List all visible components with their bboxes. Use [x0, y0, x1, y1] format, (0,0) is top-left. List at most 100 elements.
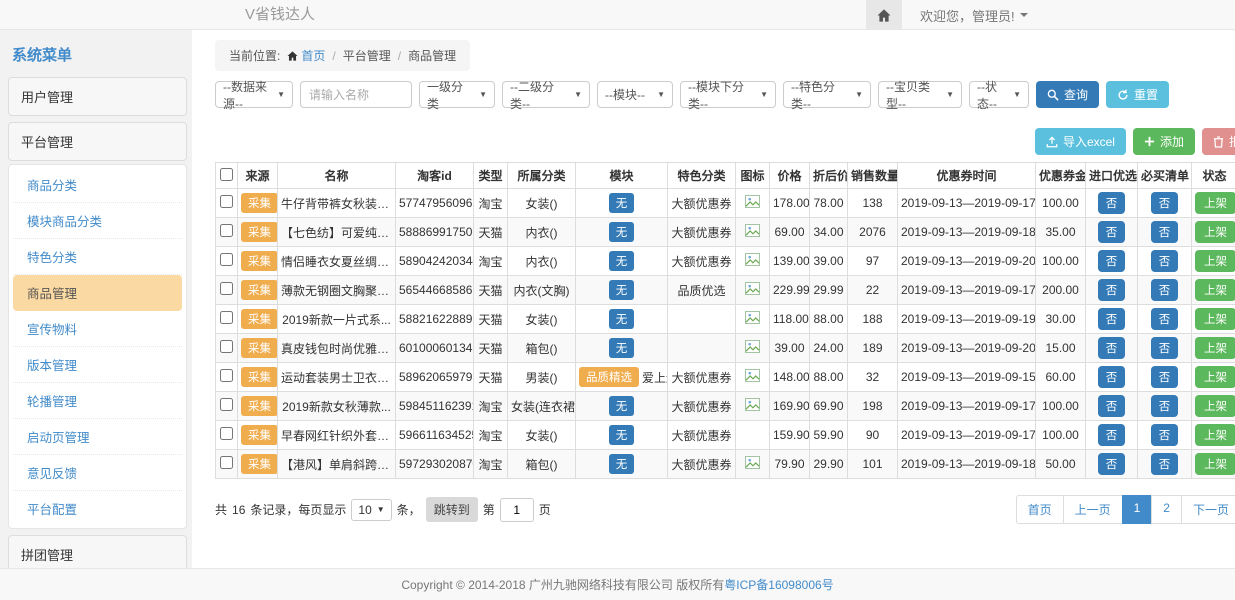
status-button[interactable]: 上架 — [1195, 337, 1235, 359]
imported-toggle-button[interactable]: 否 — [1098, 337, 1126, 359]
filter-select[interactable]: --状态--▼ — [969, 81, 1029, 108]
row-checkbox[interactable] — [220, 456, 233, 469]
module-cell: 无 — [576, 450, 668, 479]
imported-toggle-button[interactable]: 否 — [1098, 424, 1126, 446]
sidebar-item[interactable]: 宣传物料 — [13, 311, 182, 347]
sidebar-item[interactable]: 版本管理 — [13, 347, 182, 383]
category-cell: 女装() — [508, 421, 576, 450]
type-cell: 淘宝 — [474, 392, 508, 421]
module-content: 品质精选爱上运动 — [579, 367, 668, 387]
must-buy-toggle-button[interactable]: 否 — [1151, 337, 1179, 359]
must-buy-toggle-button[interactable]: 否 — [1151, 279, 1179, 301]
sidebar-item[interactable]: 轮播管理 — [13, 383, 182, 419]
import-excel-button[interactable]: 导入excel — [1035, 128, 1126, 155]
sidebar-group[interactable]: 用户管理 — [8, 77, 187, 116]
filter-select[interactable]: 一级分类▼ — [419, 81, 495, 108]
status-button[interactable]: 上架 — [1195, 221, 1235, 243]
filter-select[interactable]: --特色分类--▼ — [783, 81, 871, 108]
page-button[interactable]: 首页 — [1016, 495, 1064, 524]
breadcrumb-home-link[interactable]: 首页 — [287, 47, 325, 64]
filter-bar: --数据来源--▼ 一级分类▼ --二级分类--▼ --模块--▼ --模块下分类--▼… — [215, 81, 1235, 108]
sidebar-item[interactable]: 意见反馈 — [13, 455, 182, 491]
filter-select[interactable]: --宝贝类型--▼ — [878, 81, 962, 108]
must-buy-toggle-button[interactable]: 否 — [1151, 250, 1179, 272]
page-button[interactable]: 2 — [1151, 495, 1182, 524]
imported-cell: 否 — [1086, 334, 1138, 363]
caret-down-icon: ▼ — [479, 90, 487, 99]
must-buy-toggle-button[interactable]: 否 — [1151, 221, 1179, 243]
module-badge: 无 — [609, 222, 635, 242]
query-button[interactable]: 查询 — [1036, 81, 1099, 108]
status-button[interactable]: 上架 — [1195, 424, 1235, 446]
batch-delete-button[interactable]: 批量删除 — [1202, 128, 1235, 155]
status-button[interactable]: 上架 — [1195, 366, 1235, 388]
filter-select[interactable]: --数据来源--▼ — [215, 81, 293, 108]
breadcrumb-item[interactable]: 平台管理 — [343, 47, 391, 64]
status-button[interactable]: 上架 — [1195, 250, 1235, 272]
imported-toggle-button[interactable]: 否 — [1098, 395, 1126, 417]
jump-page-input[interactable] — [500, 498, 534, 522]
must-buy-toggle-button[interactable]: 否 — [1151, 308, 1179, 330]
page-size-select[interactable]: 10 ▼ — [351, 499, 391, 521]
imported-toggle-button[interactable]: 否 — [1098, 279, 1126, 301]
sidebar-group[interactable]: 平台管理 — [8, 122, 187, 161]
name-search-input[interactable] — [300, 81, 412, 108]
status-button[interactable]: 上架 — [1195, 453, 1235, 475]
imported-toggle-button[interactable]: 否 — [1098, 366, 1126, 388]
home-button[interactable] — [866, 0, 902, 30]
status-button[interactable]: 上架 — [1195, 279, 1235, 301]
row-checkbox[interactable] — [220, 427, 233, 440]
status-button[interactable]: 上架 — [1195, 308, 1235, 330]
coupon-time-cell: 2019-09-13—2019-09-17 — [898, 276, 1036, 305]
sidebar-item[interactable]: 商品管理 — [13, 275, 182, 311]
filter-select[interactable]: --模块--▼ — [597, 81, 673, 108]
must-buy-toggle-button[interactable]: 否 — [1151, 453, 1179, 475]
imported-cell: 否 — [1086, 363, 1138, 392]
imported-cell: 否 — [1086, 392, 1138, 421]
row-checkbox[interactable] — [220, 369, 233, 382]
page-button[interactable]: 下一页 — [1181, 495, 1235, 524]
sidebar-item[interactable]: 启动页管理 — [13, 419, 182, 455]
imported-toggle-button[interactable]: 否 — [1098, 453, 1126, 475]
discount-price-cell: 59.90 — [810, 421, 848, 450]
imported-toggle-button[interactable]: 否 — [1098, 221, 1126, 243]
add-button[interactable]: 添加 — [1133, 128, 1195, 155]
must-buy-cell: 否 — [1138, 189, 1192, 218]
status-button[interactable]: 上架 — [1195, 395, 1235, 417]
imported-toggle-button[interactable]: 否 — [1098, 192, 1126, 214]
sidebar-item[interactable]: 商品分类 — [13, 167, 182, 203]
must-buy-toggle-button[interactable]: 否 — [1151, 395, 1179, 417]
must-buy-toggle-button[interactable]: 否 — [1151, 424, 1179, 446]
filter-select[interactable]: --二级分类--▼ — [502, 81, 590, 108]
page-button[interactable]: 1 — [1122, 495, 1153, 524]
jump-button[interactable]: 跳转到 — [426, 497, 478, 522]
reset-button[interactable]: 重置 — [1106, 81, 1169, 108]
sidebar-menu: 用户管理平台管理商品分类模块商品分类特色分类商品管理宣传物料版本管理轮播管理启动… — [8, 77, 187, 600]
feature-category-cell — [668, 305, 736, 334]
row-checkbox[interactable] — [220, 224, 233, 237]
sidebar-item[interactable]: 特色分类 — [13, 239, 182, 275]
row-checkbox[interactable] — [220, 340, 233, 353]
user-menu[interactable]: 欢迎您，管理员! — [920, 6, 1028, 25]
filter-select[interactable]: --模块下分类--▼ — [680, 81, 776, 108]
must-buy-toggle-button[interactable]: 否 — [1151, 366, 1179, 388]
source-cell: 采集 — [238, 276, 278, 305]
row-checkbox[interactable] — [220, 311, 233, 324]
sidebar-item[interactable]: 模块商品分类 — [13, 203, 182, 239]
status-button[interactable]: 上架 — [1195, 192, 1235, 214]
module-content: 无 — [609, 454, 635, 474]
must-buy-toggle-button[interactable]: 否 — [1151, 192, 1179, 214]
sidebar-item[interactable]: 平台配置 — [13, 491, 182, 526]
row-checkbox[interactable] — [220, 282, 233, 295]
imported-toggle-button[interactable]: 否 — [1098, 250, 1126, 272]
price-cell: 118.00 — [770, 305, 810, 334]
select-all-checkbox[interactable] — [220, 168, 233, 181]
row-checkbox[interactable] — [220, 398, 233, 411]
row-checkbox[interactable] — [220, 195, 233, 208]
row-checkbox[interactable] — [220, 253, 233, 266]
icp-link[interactable]: 粤ICP备16098006号 — [724, 576, 833, 593]
page-button[interactable]: 上一页 — [1063, 495, 1123, 524]
taoke-id-cell: 601000601341 — [396, 334, 474, 363]
coupon-time-cell: 2019-09-13—2019-09-19 — [898, 305, 1036, 334]
imported-toggle-button[interactable]: 否 — [1098, 308, 1126, 330]
